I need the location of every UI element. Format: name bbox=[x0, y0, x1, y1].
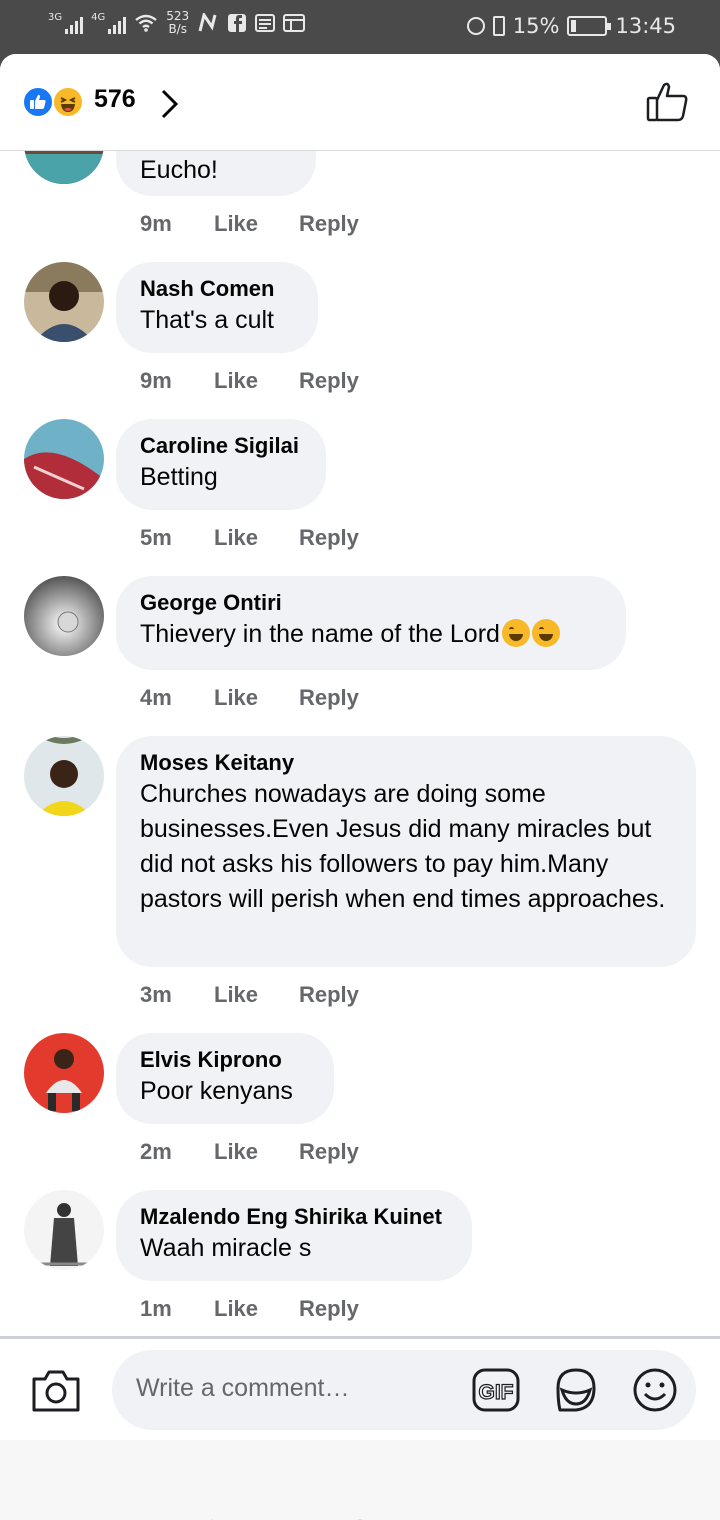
comment-time: 1m bbox=[140, 1296, 172, 1321]
reply-link[interactable]: Reply bbox=[299, 1139, 359, 1165]
signal-4g-icon: 4G bbox=[91, 12, 127, 34]
comment-text: Churches nowadays are doing some busines… bbox=[140, 780, 666, 913]
comment-text: That's a cult bbox=[140, 306, 274, 334]
reply-link[interactable]: Reply bbox=[299, 1296, 359, 1322]
network-type-2: 4G bbox=[91, 12, 106, 23]
avatar[interactable] bbox=[24, 736, 104, 816]
like-link[interactable]: Like bbox=[214, 685, 258, 711]
gif-icon[interactable]: GIF bbox=[472, 1368, 520, 1412]
comment-text: Betting bbox=[140, 463, 218, 491]
reply-link[interactable]: Reply bbox=[299, 982, 359, 1008]
comment-text: Poor kenyans bbox=[140, 1077, 293, 1105]
battery-percent: 15% bbox=[512, 14, 560, 38]
comment-time: 4m bbox=[140, 685, 172, 710]
app-notification-icon bbox=[283, 14, 306, 32]
rolling-laughing-emoji-icon bbox=[531, 619, 560, 647]
facebook-notification-icon bbox=[228, 14, 247, 32]
comment-author[interactable]: Caroline Sigilai bbox=[140, 432, 302, 460]
message-notification-icon bbox=[255, 14, 276, 32]
avatar[interactable] bbox=[24, 576, 104, 656]
emoji-icon[interactable] bbox=[632, 1367, 678, 1413]
status-bar: 3G 4G 523 B/s 15% 13:45 bbox=[0, 0, 720, 54]
comment-text: Thievery in the name of the Lord bbox=[140, 617, 602, 652]
comment-author[interactable]: Moses Keitany bbox=[140, 749, 672, 777]
like-link[interactable]: Like bbox=[214, 1139, 258, 1165]
network-type-1: 3G bbox=[48, 12, 63, 23]
comment-time: 2m bbox=[140, 1139, 172, 1164]
comment-bubble[interactable]: Nash Comen That's a cult bbox=[116, 262, 318, 353]
sticker-icon[interactable] bbox=[552, 1366, 600, 1414]
battery-icon bbox=[567, 16, 612, 36]
reply-link[interactable]: Reply bbox=[299, 211, 359, 237]
comment-input[interactable] bbox=[136, 1368, 456, 1408]
comment-time: 9m bbox=[140, 368, 172, 393]
wifi-icon bbox=[135, 14, 157, 32]
avatar[interactable] bbox=[24, 262, 104, 342]
chevron-right-icon[interactable] bbox=[160, 88, 180, 120]
comment-bubble[interactable]: Caroline Sigilai Betting bbox=[116, 419, 326, 510]
camera-icon[interactable] bbox=[30, 1369, 82, 1413]
comments-sheet: Eucho! 9m Like Reply Nash Comen That's a… bbox=[0, 54, 720, 1520]
comments-list[interactable]: Eucho! 9m Like Reply Nash Comen That's a… bbox=[0, 54, 720, 1337]
comment-text: Waah miracle s bbox=[140, 1234, 312, 1262]
avatar[interactable] bbox=[24, 1190, 104, 1270]
like-link[interactable]: Like bbox=[214, 525, 258, 551]
avatar[interactable] bbox=[24, 419, 104, 499]
comment-bubble[interactable]: George Ontiri Thievery in the name of th… bbox=[116, 576, 626, 670]
comment-time: 5m bbox=[140, 525, 172, 550]
comment-bubble[interactable]: Mzalendo Eng Shirika Kuinet Waah miracle… bbox=[116, 1190, 472, 1281]
like-link[interactable]: Like bbox=[214, 1296, 258, 1322]
haha-icon bbox=[52, 86, 84, 118]
notification-n-icon bbox=[198, 13, 217, 32]
svg-text:GIF: GIF bbox=[479, 1381, 514, 1404]
comment-text: Eucho! bbox=[140, 156, 218, 184]
comment-time: 9m bbox=[140, 211, 172, 236]
signal-3g-icon: 3G bbox=[48, 12, 84, 34]
like-link[interactable]: Like bbox=[214, 982, 258, 1008]
laughing-tears-emoji-icon bbox=[501, 619, 530, 647]
comment-input-container[interactable]: GIF bbox=[112, 1350, 696, 1430]
comment-composer: GIF bbox=[0, 1336, 720, 1440]
clock: 13:45 bbox=[615, 14, 676, 38]
reaction-count[interactable]: 576 bbox=[94, 85, 136, 114]
comment-author[interactable]: Mzalendo Eng Shirika Kuinet bbox=[140, 1203, 448, 1231]
like-link[interactable]: Like bbox=[214, 368, 258, 394]
network-speed: 523 B/s bbox=[166, 9, 190, 36]
alarm-icon bbox=[466, 17, 485, 35]
comment-author[interactable]: Elvis Kiprono bbox=[140, 1046, 310, 1074]
comment-author[interactable]: George Ontiri bbox=[140, 589, 602, 617]
system-navigation-bar bbox=[0, 1440, 720, 1520]
reply-link[interactable]: Reply bbox=[299, 368, 359, 394]
like-icon bbox=[22, 86, 54, 118]
vibrate-icon bbox=[492, 16, 505, 36]
reply-link[interactable]: Reply bbox=[299, 525, 359, 551]
comment-bubble[interactable]: Moses Keitany Churches nowadays are doin… bbox=[116, 736, 696, 967]
comment-author[interactable]: Nash Comen bbox=[140, 275, 294, 303]
like-button-icon[interactable] bbox=[646, 81, 690, 123]
comment-bubble[interactable]: Elvis Kiprono Poor kenyans bbox=[116, 1033, 334, 1124]
comment-time: 3m bbox=[140, 982, 172, 1007]
avatar[interactable] bbox=[24, 1033, 104, 1113]
reaction-icons[interactable] bbox=[22, 86, 88, 118]
reply-link[interactable]: Reply bbox=[299, 685, 359, 711]
like-link[interactable]: Like bbox=[214, 211, 258, 237]
reactions-header: 576 bbox=[0, 54, 720, 151]
